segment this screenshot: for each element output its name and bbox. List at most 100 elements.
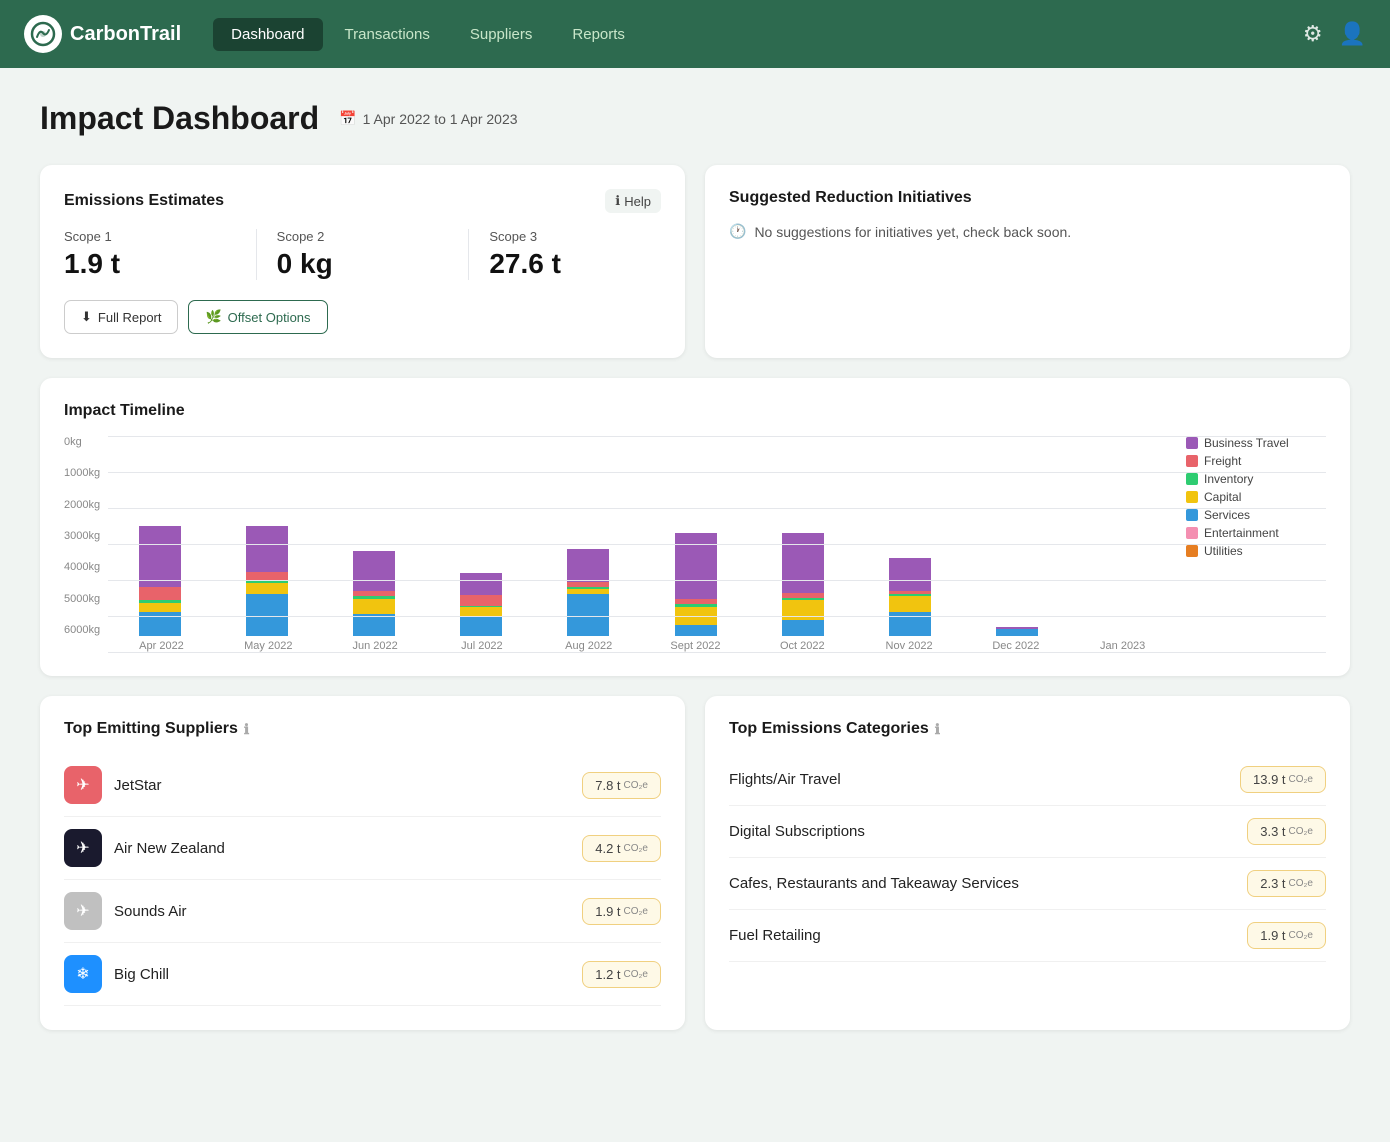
scope2-label: Scope 2 bbox=[277, 229, 449, 244]
suggestions-header: Suggested Reduction Initiatives bbox=[729, 189, 1326, 207]
timeline-card: Impact Timeline 6000kg 5000kg 4000kg 300… bbox=[40, 378, 1350, 676]
bar-seg-blue bbox=[139, 612, 181, 636]
suppliers-info-icon[interactable]: ℹ bbox=[244, 721, 249, 738]
supplier-name: Sounds Air bbox=[114, 903, 570, 920]
suppliers-list: ✈ JetStar 7.8 t CO₂e ✈ Air New Zealand 4… bbox=[64, 754, 661, 1006]
bar-seg-purple bbox=[782, 533, 824, 594]
supplier-logo-icon: ✈ bbox=[76, 838, 89, 858]
bar-seg-blue bbox=[996, 629, 1038, 636]
co2e-label: CO₂e bbox=[1289, 878, 1313, 889]
bar-seg-blue bbox=[246, 594, 288, 636]
supplier-logo: ✈ bbox=[64, 766, 102, 804]
supplier-row: ✈ Sounds Air 1.9 t CO₂e bbox=[64, 880, 661, 943]
scope3-label: Scope 3 bbox=[489, 229, 661, 244]
bar-group bbox=[858, 558, 961, 636]
legend-dot bbox=[1186, 545, 1198, 557]
nav-transactions[interactable]: Transactions bbox=[327, 18, 448, 51]
bar-seg-purple bbox=[889, 558, 931, 591]
scope1-label: Scope 1 bbox=[64, 229, 236, 244]
legend-dot bbox=[1186, 527, 1198, 539]
category-row: Cafes, Restaurants and Takeaway Services… bbox=[729, 858, 1326, 910]
nav-reports[interactable]: Reports bbox=[554, 18, 643, 51]
bar-seg-yellow bbox=[353, 599, 395, 614]
emissions-card: Emissions Estimates ℹ Help Scope 1 1.9 t… bbox=[40, 165, 685, 358]
x-label: Oct 2022 bbox=[749, 640, 856, 652]
legend-item: Freight bbox=[1186, 454, 1326, 468]
legend-dot bbox=[1186, 509, 1198, 521]
offset-options-button[interactable]: 🌿 Offset Options bbox=[188, 300, 327, 334]
emission-badge: 1.2 t CO₂e bbox=[582, 961, 661, 988]
help-button[interactable]: ℹ Help bbox=[605, 189, 661, 213]
legend-label: Inventory bbox=[1204, 472, 1253, 486]
categories-info-icon[interactable]: ℹ bbox=[935, 721, 940, 738]
chart-container: 6000kg 5000kg 4000kg 3000kg 2000kg 1000k… bbox=[64, 436, 1326, 652]
brand-logo[interactable]: CarbonTrail bbox=[24, 15, 181, 53]
x-label: Nov 2022 bbox=[856, 640, 963, 652]
scope-divider-2 bbox=[468, 229, 469, 280]
download-icon: ⬇ bbox=[81, 309, 92, 325]
bar-seg-blue bbox=[782, 620, 824, 637]
nav-suppliers[interactable]: Suppliers bbox=[452, 18, 551, 51]
chart-legend: Business TravelFreightInventoryCapitalSe… bbox=[1186, 436, 1326, 558]
x-labels: Apr 2022May 2022Jun 2022Jul 2022Aug 2022… bbox=[108, 640, 1326, 652]
categories-list: Flights/Air Travel 13.9 t CO₂e Digital S… bbox=[729, 754, 1326, 962]
category-name: Fuel Retailing bbox=[729, 927, 1235, 944]
co2e-label: CO₂e bbox=[1289, 826, 1313, 837]
full-report-button[interactable]: ⬇ Full Report bbox=[64, 300, 178, 334]
x-label: Sept 2022 bbox=[642, 640, 749, 652]
co2e-label: CO₂e bbox=[624, 780, 648, 791]
help-icon: ℹ bbox=[615, 193, 620, 209]
legend-dot bbox=[1186, 473, 1198, 485]
legend-item: Entertainment bbox=[1186, 526, 1326, 540]
settings-icon[interactable]: ⚙ bbox=[1303, 21, 1323, 47]
scope3-block: Scope 3 27.6 t bbox=[489, 229, 661, 280]
x-label: Jun 2022 bbox=[322, 640, 429, 652]
scope1-block: Scope 1 1.9 t bbox=[64, 229, 236, 280]
category-row: Fuel Retailing 1.9 t CO₂e bbox=[729, 910, 1326, 962]
bar-group bbox=[108, 526, 211, 636]
emission-badge: 13.9 t CO₂e bbox=[1240, 766, 1326, 793]
bar-seg-purple bbox=[139, 526, 181, 587]
supplier-logo-icon: ❄ bbox=[76, 964, 89, 984]
bar-seg-blue bbox=[567, 594, 609, 636]
scope2-value: 0 kg bbox=[277, 248, 449, 280]
bar-group bbox=[215, 526, 318, 636]
bar-seg-red bbox=[139, 587, 181, 600]
co2e-label: CO₂e bbox=[1289, 930, 1313, 941]
legend-label: Utilities bbox=[1204, 544, 1243, 558]
chart-inner: Apr 2022May 2022Jun 2022Jul 2022Aug 2022… bbox=[108, 436, 1326, 652]
user-icon[interactable]: 👤 bbox=[1339, 21, 1366, 47]
bar-seg-yellow bbox=[782, 600, 824, 620]
scope-divider-1 bbox=[256, 229, 257, 280]
nav-dashboard[interactable]: Dashboard bbox=[213, 18, 322, 51]
calendar-icon: 📅 bbox=[339, 110, 356, 127]
suggestions-card: Suggested Reduction Initiatives 🕐 No sug… bbox=[705, 165, 1350, 358]
scope1-value: 1.9 t bbox=[64, 248, 236, 280]
legend-dot bbox=[1186, 455, 1198, 467]
legend-item: Utilities bbox=[1186, 544, 1326, 558]
bar-group bbox=[966, 627, 1069, 636]
supplier-row: ✈ JetStar 7.8 t CO₂e bbox=[64, 754, 661, 817]
supplier-logo: ✈ bbox=[64, 829, 102, 867]
supplier-logo-icon: ✈ bbox=[76, 901, 89, 921]
bar-seg-purple bbox=[246, 526, 288, 572]
legend-item: Business Travel bbox=[1186, 436, 1326, 450]
timeline-title: Impact Timeline bbox=[64, 402, 1326, 420]
bar-seg-purple bbox=[353, 551, 395, 591]
suggestions-title: Suggested Reduction Initiatives bbox=[729, 189, 972, 207]
emissions-header: Emissions Estimates ℹ Help bbox=[64, 189, 661, 213]
categories-card: Top Emissions Categories ℹ Flights/Air T… bbox=[705, 696, 1350, 1030]
supplier-logo: ❄ bbox=[64, 955, 102, 993]
emission-badge: 2.3 t CO₂e bbox=[1247, 870, 1326, 897]
logo-icon bbox=[24, 15, 62, 53]
x-label: Dec 2022 bbox=[962, 640, 1069, 652]
bar-seg-purple bbox=[567, 549, 609, 582]
top-row: Emissions Estimates ℹ Help Scope 1 1.9 t… bbox=[40, 165, 1350, 358]
bar-seg-purple bbox=[675, 533, 717, 599]
category-name: Digital Subscriptions bbox=[729, 823, 1235, 840]
suppliers-card: Top Emitting Suppliers ℹ ✈ JetStar 7.8 t… bbox=[40, 696, 685, 1030]
emission-badge: 7.8 t CO₂e bbox=[582, 772, 661, 799]
bar-seg-yellow bbox=[246, 583, 288, 594]
legend-label: Business Travel bbox=[1204, 436, 1289, 450]
bar-seg-blue bbox=[675, 625, 717, 636]
